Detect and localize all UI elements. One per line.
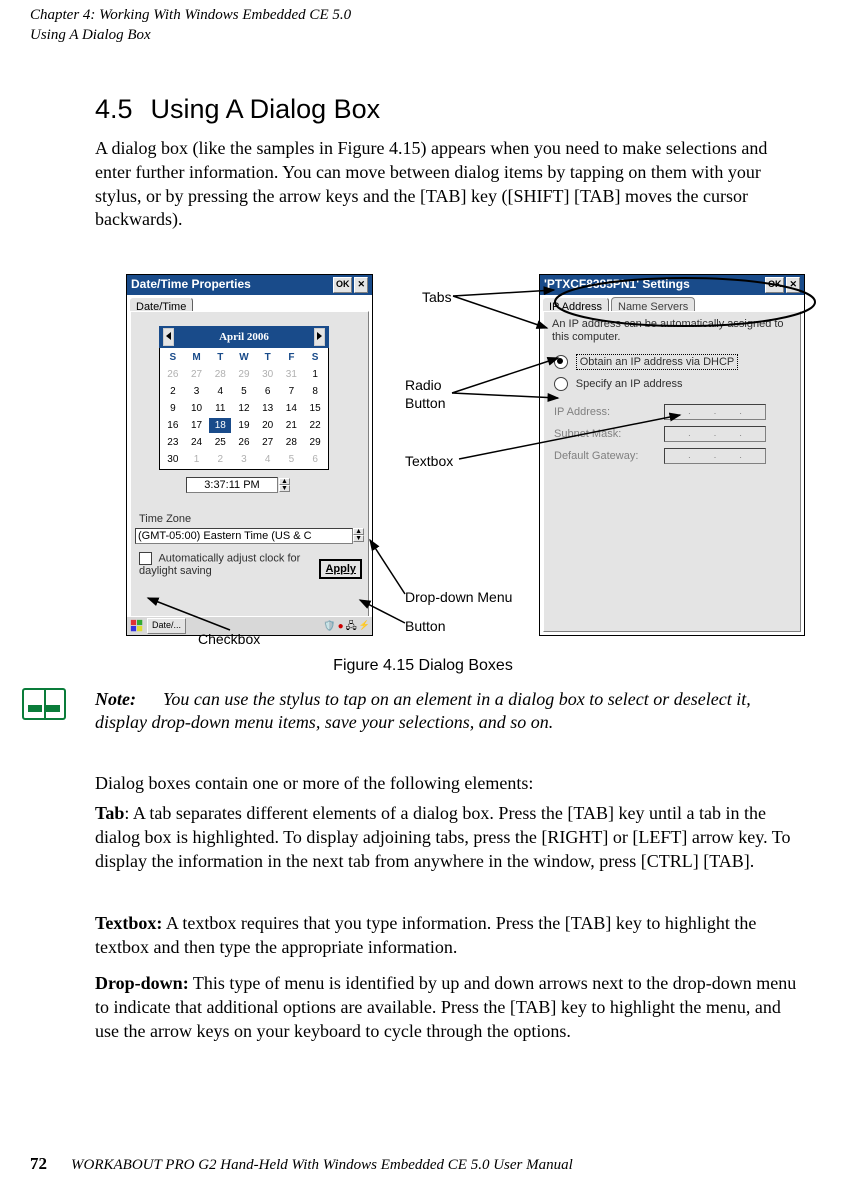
section-line: Using A Dialog Box — [30, 26, 816, 46]
callout-checkbox: Checkbox — [198, 630, 260, 648]
callout-tabs: Tabs — [422, 288, 452, 306]
gateway-label: Default Gateway: — [554, 449, 664, 463]
close-icon[interactable] — [786, 277, 800, 293]
footer-text: WORKABOUT PRO G2 Hand-Held With Windows … — [71, 1156, 573, 1176]
time-down-icon[interactable]: ▼ — [279, 485, 290, 492]
time-up-icon[interactable]: ▲ — [279, 478, 290, 485]
radio-static[interactable] — [554, 377, 568, 391]
time-field[interactable]: 3:37:11 PM ▲ ▼ — [186, 477, 290, 493]
term-textbox-text: A textbox requires that you type informa… — [95, 913, 756, 957]
titlebar: Date/Time Properties OK — [127, 275, 372, 295]
term-tab-text: : A tab separates different elements of … — [95, 803, 791, 871]
subnet-mask-label: Subnet Mask: — [554, 427, 664, 441]
intro-paragraph: A dialog box (like the samples in Figure… — [95, 137, 806, 232]
calendar[interactable]: April 2006 SMTWTFS 2627282930311 2345678… — [159, 326, 329, 470]
radio-static-label: Specify an IP address — [576, 378, 683, 390]
taskbar-item-label: Date/... — [152, 620, 181, 630]
callout-radio: Radio — [405, 376, 442, 394]
close-icon[interactable] — [354, 277, 368, 293]
window-title: 'PTXCF8385PN1' Settings — [544, 277, 690, 293]
term-tab: Tab — [95, 803, 124, 823]
dropdown-definition: Drop-down: This type of menu is identifi… — [95, 972, 806, 1043]
start-icon[interactable] — [129, 619, 145, 633]
dst-checkbox[interactable] — [139, 552, 152, 565]
apply-button[interactable]: Apply — [319, 559, 362, 579]
following-elements-intro: Dialog boxes contain one or more of the … — [95, 772, 806, 796]
intro-text: A dialog box (like the samples in Figure… — [95, 138, 767, 229]
tray-icon[interactable]: ● — [338, 620, 344, 633]
term-dropdown: Drop-down: — [95, 973, 189, 993]
tab-definition: Tab: A tab separates different elements … — [95, 802, 806, 873]
prev-month-icon[interactable] — [163, 328, 174, 346]
term-textbox: Textbox: — [95, 913, 162, 933]
datetime-dialog: Date/Time Properties OK Date/Time April … — [126, 274, 373, 636]
ip-info-text: An IP address can be automatically assig… — [552, 318, 792, 343]
radio-dhcp[interactable] — [554, 355, 568, 369]
month-label: April 2006 — [219, 330, 269, 344]
radio-dhcp-label: Obtain an IP address via DHCP — [576, 354, 738, 370]
time-value[interactable]: 3:37:11 PM — [186, 477, 278, 493]
figure-caption: Figure 4.15 Dialog Boxes — [0, 656, 846, 677]
ok-button[interactable]: OK — [333, 277, 353, 293]
tz-down-icon[interactable]: ▼ — [353, 535, 364, 542]
subnet-mask-field[interactable]: ... — [664, 426, 766, 442]
textbox-definition: Textbox: A textbox requires that you typ… — [95, 912, 806, 960]
ok-button[interactable]: OK — [765, 277, 785, 293]
section-heading: 4.5 Using A Dialog Box — [95, 92, 806, 127]
taskbar-item[interactable]: Date/... — [147, 618, 186, 634]
page-number: 72 — [30, 1153, 47, 1175]
section-number: 4.5 — [95, 94, 133, 124]
tray-icon[interactable]: 🛡️ — [323, 620, 335, 633]
note: Note: You can use the stylus to tap on a… — [95, 688, 806, 735]
ip-settings-dialog: 'PTXCF8385PN1' Settings OK IP Address Na… — [539, 274, 805, 636]
note-text: You can use the stylus to tap on an elem… — [95, 689, 751, 732]
section-title-text: Using A Dialog Box — [151, 94, 381, 124]
ip-address-field[interactable]: ... — [664, 404, 766, 420]
tray-icon[interactable]: 🖧 — [346, 620, 357, 633]
callout-textbox: Textbox — [405, 452, 453, 470]
footer: 72 WORKABOUT PRO G2 Hand-Held With Windo… — [30, 1153, 816, 1176]
timezone-dropdown[interactable]: (GMT-05:00) Eastern Time (US & C ▲ ▼ — [135, 528, 364, 544]
callout-radio2: Button — [405, 394, 445, 412]
next-month-icon[interactable] — [314, 328, 325, 346]
callout-dropdown: Drop-down Menu — [405, 588, 512, 606]
dst-label: Automatically adjust clock for daylight … — [139, 552, 300, 577]
note-label: Note: — [95, 689, 136, 709]
tz-up-icon[interactable]: ▲ — [353, 528, 364, 535]
timezone-label: Time Zone — [139, 512, 191, 526]
ip-address-label: IP Address: — [554, 405, 664, 419]
term-dropdown-text: This type of menu is identified by up an… — [95, 973, 796, 1041]
note-icon — [22, 688, 66, 720]
gateway-field[interactable]: ... — [664, 448, 766, 464]
titlebar: 'PTXCF8385PN1' Settings OK — [540, 275, 804, 295]
tray-icon[interactable]: ⚡ — [359, 620, 370, 633]
chapter-line: Chapter 4: Working With Windows Embedded… — [30, 6, 816, 26]
running-header: Chapter 4: Working With Windows Embedded… — [30, 6, 816, 45]
timezone-value: (GMT-05:00) Eastern Time (US & C — [135, 528, 353, 544]
window-title: Date/Time Properties — [131, 277, 251, 293]
callout-button: Button — [405, 617, 445, 635]
